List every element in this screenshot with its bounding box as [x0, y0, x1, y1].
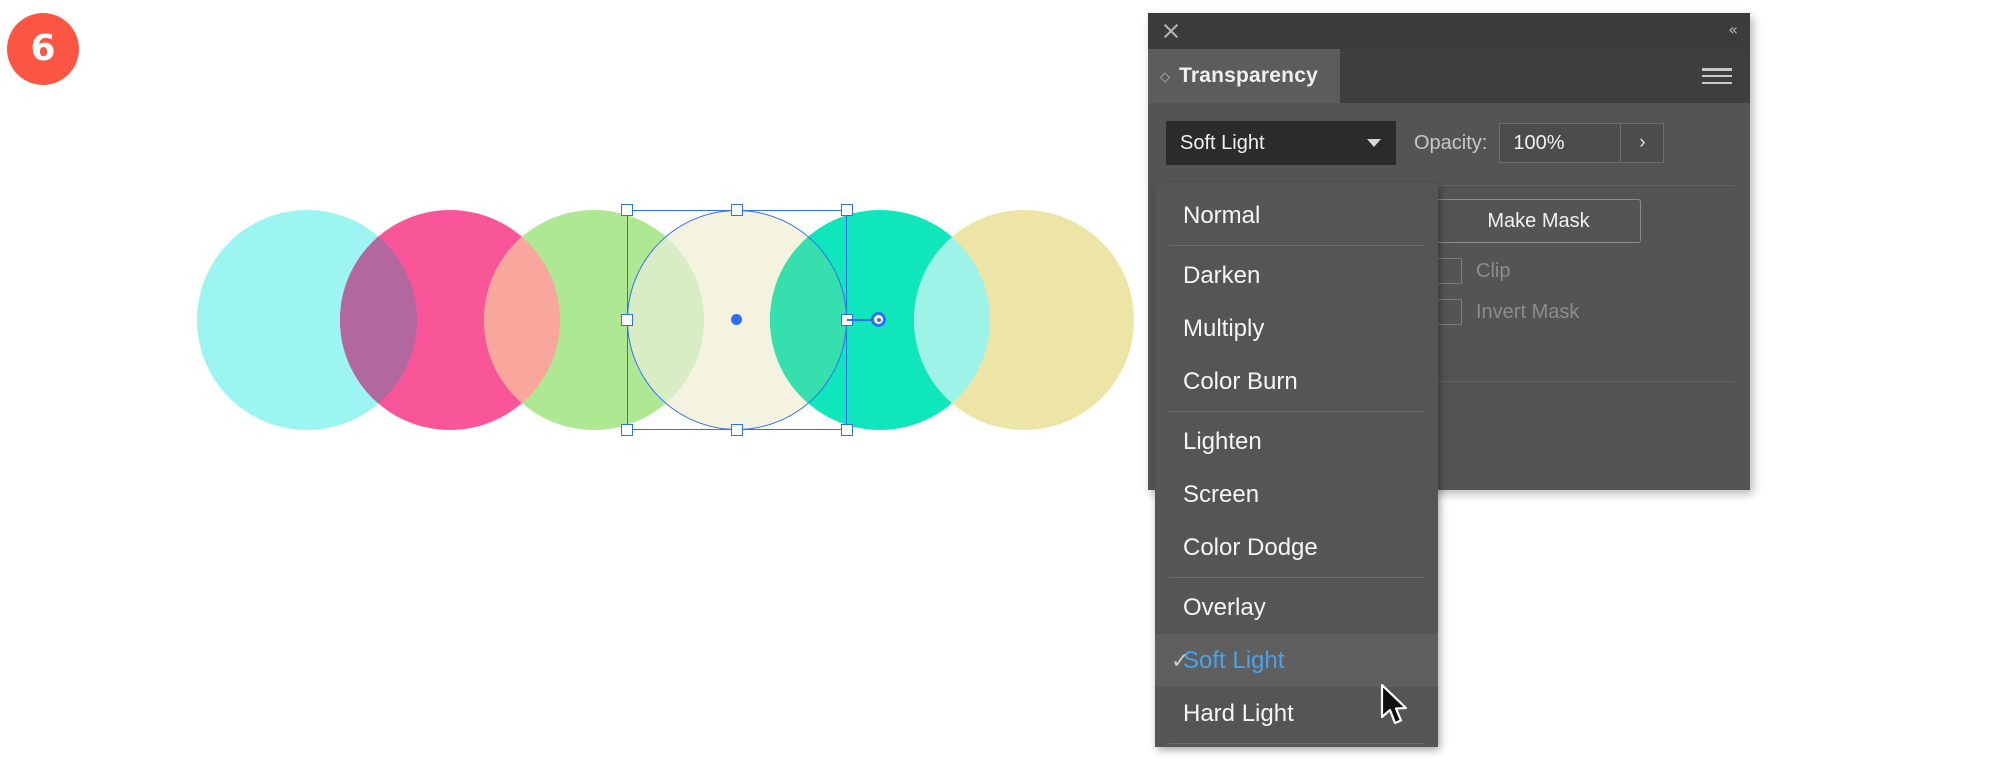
selection-handle-top-right[interactable] [841, 204, 853, 216]
menu-item-label: Soft Light [1183, 646, 1285, 674]
circles-artwork [197, 210, 1134, 430]
close-icon[interactable] [1161, 21, 1181, 41]
menu-item-label: Overlay [1183, 593, 1266, 621]
invert-mask-checkbox[interactable] [1436, 299, 1462, 325]
menu-item-overlay[interactable]: Overlay [1155, 581, 1438, 634]
menu-item-color-dodge[interactable]: Color Dodge [1155, 521, 1438, 574]
collapse-panel-icon[interactable]: « [1728, 22, 1738, 38]
menu-separator [1169, 411, 1424, 412]
blend-mode-menu: Normal Darken Multiply Color Burn Lighte… [1155, 183, 1438, 747]
menu-separator [1169, 245, 1424, 246]
blend-and-opacity-row: Soft Light Opacity: 100% › [1166, 121, 1732, 165]
tab-transparency-label: Transparency [1179, 64, 1318, 87]
selection-center-point [731, 314, 742, 325]
menu-separator [1169, 743, 1424, 744]
selection-handle-bottom-right[interactable] [841, 424, 853, 436]
menu-item-label: Screen [1183, 480, 1260, 508]
hamburger-menu-icon[interactable] [1702, 68, 1732, 85]
artboard-canvas [0, 0, 1150, 769]
clip-checkbox[interactable] [1436, 258, 1462, 284]
opacity-input[interactable]: 100% [1500, 124, 1621, 162]
menu-item-label: Color Burn [1183, 367, 1298, 395]
menu-item-color-burn[interactable]: Color Burn [1155, 355, 1438, 408]
tab-strip-filler [1339, 49, 1750, 103]
checkmark-icon: ✓ [1171, 647, 1190, 673]
blend-mode-dropdown[interactable]: Soft Light [1166, 121, 1396, 165]
menu-item-label: Multiply [1183, 314, 1265, 342]
menu-item-multiply[interactable]: Multiply [1155, 302, 1438, 355]
menu-item-label: Normal [1183, 201, 1261, 229]
clip-checkbox-row[interactable]: Clip [1436, 258, 1646, 284]
menu-item-label: Hard Light [1183, 699, 1294, 727]
menu-item-lighten[interactable]: Lighten [1155, 415, 1438, 468]
invert-mask-checkbox-row[interactable]: Invert Mask [1436, 299, 1646, 325]
selection-handle-top-left[interactable] [621, 204, 633, 216]
opacity-label: Opacity: [1414, 131, 1488, 154]
opacity-flyout-icon[interactable]: › [1620, 124, 1664, 162]
anchor-point-widget[interactable] [871, 312, 886, 327]
anchor-connector-line [847, 319, 872, 321]
diamond-icon: ◇ [1160, 68, 1170, 84]
invert-mask-label: Invert Mask [1476, 300, 1580, 323]
screenshot-root: 6 « ◇ Transparency Soft Light Opacity: 1… [0, 0, 2000, 769]
menu-item-normal[interactable]: Normal [1155, 189, 1438, 242]
menu-item-label: Lighten [1183, 427, 1262, 455]
blend-mode-value: Soft Light [1180, 131, 1265, 154]
menu-item-label: Darken [1183, 261, 1261, 289]
clip-label: Clip [1476, 259, 1511, 282]
panel-tab-strip: ◇ Transparency [1148, 49, 1750, 103]
selection-handle-top-center[interactable] [731, 204, 743, 216]
menu-item-soft-light[interactable]: ✓ Soft Light [1155, 634, 1438, 687]
menu-separator [1169, 577, 1424, 578]
menu-item-darken[interactable]: Darken [1155, 249, 1438, 302]
menu-item-hard-light[interactable]: Hard Light [1155, 687, 1438, 740]
opacity-control: 100% › [1499, 123, 1665, 163]
selection-handle-middle-left[interactable] [621, 314, 633, 326]
menu-item-label: Color Dodge [1183, 533, 1318, 561]
mask-controls: Make Mask Clip Invert Mask [1436, 199, 1646, 325]
chevron-down-icon [1367, 139, 1381, 147]
panel-title-bar: « [1148, 13, 1750, 49]
make-mask-button[interactable]: Make Mask [1436, 199, 1641, 243]
selection-handle-bottom-left[interactable] [621, 424, 633, 436]
menu-item-screen[interactable]: Screen [1155, 468, 1438, 521]
tab-transparency[interactable]: ◇ Transparency [1148, 49, 1340, 103]
selection-handle-bottom-center[interactable] [731, 424, 743, 436]
